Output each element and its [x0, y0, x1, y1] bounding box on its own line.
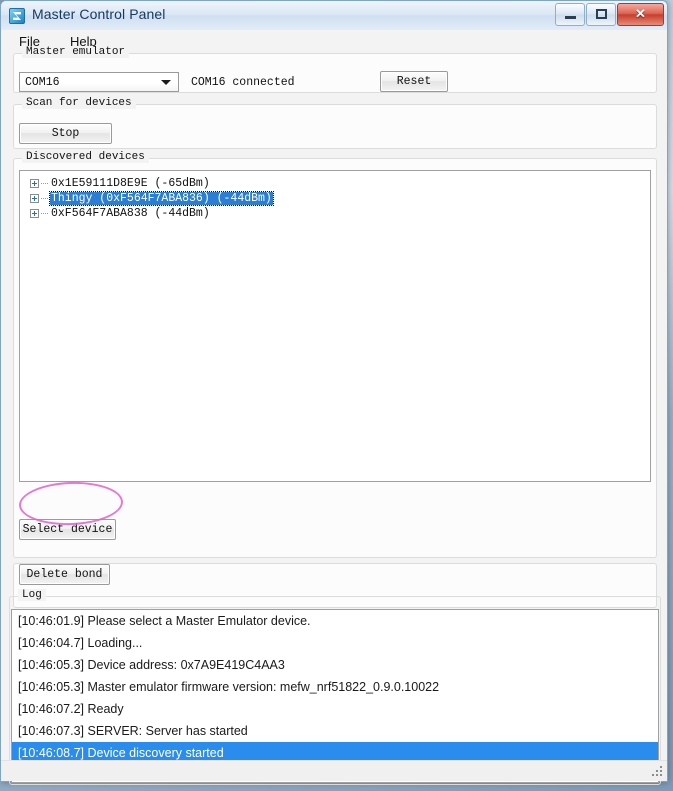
minimize-icon [565, 16, 576, 19]
tree-connector-icon [41, 198, 48, 199]
expand-icon[interactable] [30, 209, 39, 218]
window-title: Master Control Panel [32, 6, 166, 22]
select-device-button[interactable]: Select device [19, 519, 116, 540]
log-entry[interactable]: [10:46:05.3] Master emulator firmware ve… [12, 676, 658, 698]
tree-connector-icon [41, 213, 48, 214]
device-tree-row[interactable]: 0xF564F7ABA838 (-44dBm) [20, 206, 650, 221]
log-entry[interactable]: [10:46:07.3] SERVER: Server has started [12, 720, 658, 742]
tree-connector-icon [41, 183, 48, 184]
discovered-legend: Discovered devices [22, 151, 149, 163]
status-bar [1, 760, 667, 781]
client-area: File Help Master emulator COM16 COM16 co… [1, 30, 667, 785]
log-entry[interactable]: [10:46:05.3] Device address: 0x7A9E419C4… [12, 654, 658, 676]
com-port-select[interactable]: COM16 [19, 72, 179, 92]
discovered-devices-tree[interactable]: 0x1E59111D8E9E (-65dBm) Thingy (0xF564F7… [19, 170, 651, 482]
stop-scan-button[interactable]: Stop [19, 123, 112, 144]
window-controls: ✕ [555, 3, 664, 26]
maximize-icon [596, 9, 607, 19]
device-tree-row[interactable]: Thingy (0xF564F7ABA836) (-44dBm) [20, 191, 650, 206]
device-label: 0x1E59111D8E9E (-65dBm) [51, 177, 210, 190]
device-label: Thingy (0xF564F7ABA836) (-44dBm) [49, 191, 274, 206]
close-button[interactable]: ✕ [617, 3, 664, 26]
app-window: Master Control Panel ✕ File Help Master … [0, 0, 668, 785]
reset-button[interactable]: Reset [380, 71, 448, 92]
master-emulator-legend: Master emulator [22, 46, 130, 58]
chevron-down-icon [161, 80, 171, 85]
log-legend: Log [18, 589, 46, 601]
log-list[interactable]: [10:46:01.9] Please select a Master Emul… [11, 609, 659, 783]
minimize-button[interactable] [555, 3, 585, 26]
title-bar[interactable]: Master Control Panel ✕ [1, 1, 667, 31]
maximize-button[interactable] [586, 3, 616, 26]
device-tree-row[interactable]: 0x1E59111D8E9E (-65dBm) [20, 176, 650, 191]
app-icon [9, 8, 25, 24]
com-port-value: COM16 [25, 75, 60, 89]
close-icon: ✕ [635, 6, 646, 21]
log-entry[interactable]: [10:46:07.2] Ready [12, 698, 658, 720]
log-entry[interactable]: [10:46:01.9] Please select a Master Emul… [12, 610, 658, 632]
expand-icon[interactable] [30, 194, 39, 203]
connection-status-text: COM16 connected [191, 76, 295, 89]
resize-grip[interactable] [651, 765, 664, 778]
device-label: 0xF564F7ABA838 (-44dBm) [51, 207, 210, 220]
scan-legend: Scan for devices [22, 97, 136, 109]
expand-icon[interactable] [30, 179, 39, 188]
log-entry[interactable]: [10:46:04.7] Loading... [12, 632, 658, 654]
delete-bond-button[interactable]: Delete bond [19, 564, 110, 585]
